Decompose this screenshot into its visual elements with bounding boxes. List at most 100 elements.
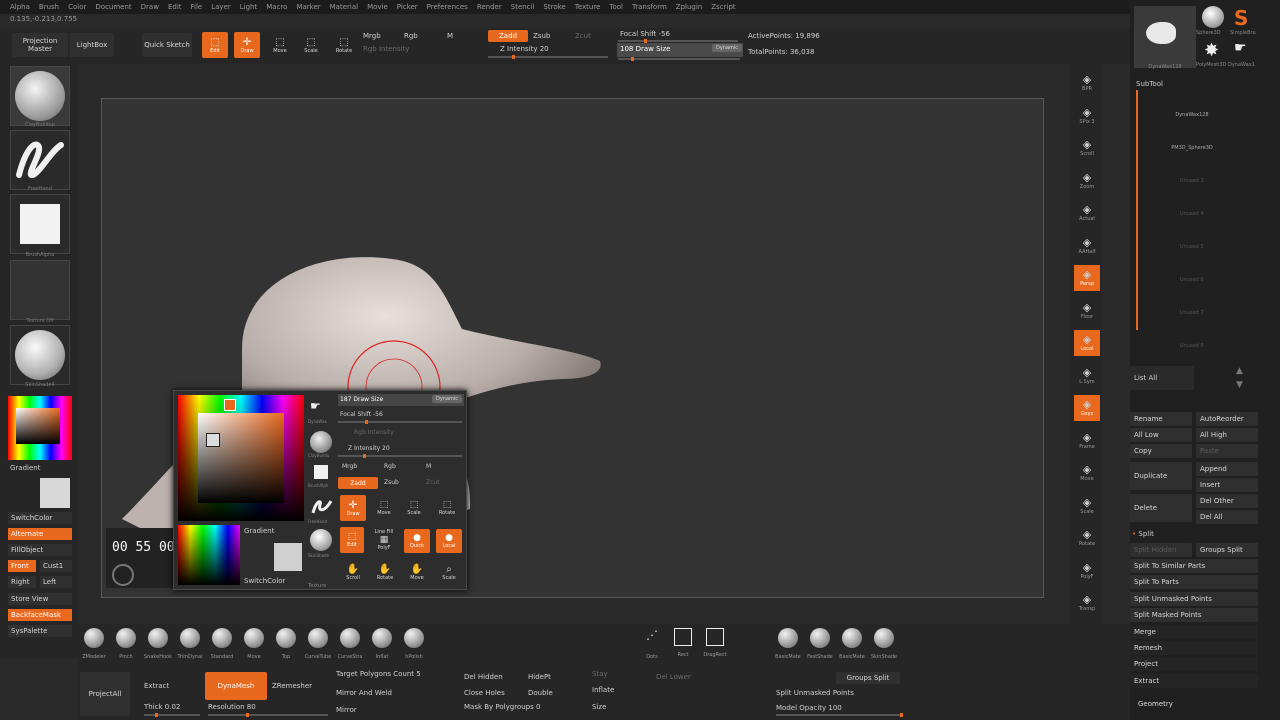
- thick-track[interactable]: [144, 713, 200, 717]
- color-picker-sv[interactable]: [16, 408, 60, 444]
- project-all-button[interactable]: ProjectAll: [80, 672, 130, 716]
- brush-thumb[interactable]: [10, 66, 70, 126]
- menu-item-17[interactable]: Stroke: [543, 3, 565, 11]
- rename-button[interactable]: Rename: [1130, 412, 1192, 426]
- popup-rotate2-button[interactable]: ✋ Rotate: [372, 559, 398, 585]
- remesh-section[interactable]: Remesh: [1130, 641, 1258, 655]
- custom1-view-button[interactable]: Cust1: [40, 560, 72, 572]
- brushalpha-icon[interactable]: [314, 465, 328, 479]
- auto-reorder-button[interactable]: AutoReorder: [1196, 412, 1258, 426]
- popup-zadd[interactable]: Zadd: [338, 477, 378, 489]
- popup-move-button[interactable]: ⬚ Move: [372, 495, 396, 521]
- switch-color-button[interactable]: SwitchColor: [8, 512, 72, 524]
- shelf-scale-button[interactable]: ◈ Scale: [1074, 493, 1100, 519]
- extract-button[interactable]: Extract: [144, 682, 169, 690]
- del-other-button[interactable]: Del Other: [1196, 494, 1258, 508]
- scale-button[interactable]: ⬚ Scale: [299, 32, 323, 58]
- menu-item-13[interactable]: Picker: [397, 3, 418, 11]
- popup-zint-track[interactable]: [338, 454, 462, 458]
- geometry-section[interactable]: Geometry: [1138, 700, 1173, 708]
- brush-standard-button[interactable]: Standard: [206, 628, 238, 660]
- lightbox-button[interactable]: LightBox: [70, 33, 114, 57]
- subtool-item[interactable]: Unused 7: [1180, 310, 1280, 316]
- claybuildup-icon[interactable]: [310, 431, 332, 453]
- arrow-down-icon[interactable]: ▼: [1236, 380, 1243, 390]
- duplicate-button[interactable]: Duplicate: [1130, 462, 1192, 490]
- popup-secondary-swatch[interactable]: [274, 543, 302, 571]
- copy-button[interactable]: Copy: [1130, 444, 1192, 458]
- stroke-dots[interactable]: ⋰ Dots: [636, 628, 668, 660]
- double-button[interactable]: Double: [528, 689, 553, 697]
- material-2-button[interactable]: BasicMate: [836, 628, 868, 660]
- freehand-icon[interactable]: [310, 495, 334, 519]
- extract-section[interactable]: Extract: [1130, 674, 1258, 688]
- target-polygons-slider[interactable]: Target Polygons Count 5: [336, 670, 421, 678]
- brush-zmodeler-button[interactable]: ZModeler: [78, 628, 110, 660]
- menu-item-3[interactable]: Document: [95, 3, 131, 11]
- model-opacity-slider[interactable]: Model Opacity 100: [776, 704, 842, 712]
- popup-rgb[interactable]: Rgb: [384, 463, 396, 470]
- subtool-item[interactable]: Unused 8: [1180, 343, 1280, 349]
- shelf-spix-3-button[interactable]: ◈ SPix 3: [1074, 103, 1100, 129]
- texture-thumb[interactable]: [10, 260, 70, 320]
- menu-item-8[interactable]: Light: [240, 3, 257, 11]
- mirror-and-weld-button[interactable]: Mirror And Weld: [336, 689, 392, 697]
- split-masked-button[interactable]: Split Masked Points: [1130, 608, 1258, 622]
- menu-item-22[interactable]: Zscript: [711, 3, 735, 11]
- m-toggle[interactable]: M: [447, 32, 453, 40]
- brush-move-button[interactable]: Move: [238, 628, 270, 660]
- brush-top-button[interactable]: Top: [270, 628, 302, 660]
- popup-focal-track[interactable]: [338, 420, 462, 424]
- shelf-bpr-button[interactable]: ◈ BPR: [1074, 70, 1100, 96]
- dynamesh-button[interactable]: DynaMesh: [205, 672, 267, 700]
- brush-hpolish-button[interactable]: hPolish: [398, 628, 430, 660]
- hidept-button[interactable]: HidePt: [528, 673, 551, 681]
- popup-draw-button[interactable]: ✛ Draw: [340, 495, 366, 521]
- rotate-button[interactable]: ⬚ Rotate: [331, 32, 357, 58]
- menu-item-9[interactable]: Macro: [266, 3, 287, 11]
- popup-color-hue[interactable]: [178, 395, 304, 521]
- popup-polyf-button[interactable]: Line Fill ▦ PolyF: [370, 527, 398, 553]
- brush-snakehook-button[interactable]: SnakeHook: [142, 628, 174, 660]
- del-all-button[interactable]: Del All: [1196, 510, 1258, 524]
- shelf-rotate-button[interactable]: ◈ Rotate: [1074, 525, 1100, 551]
- zsub-toggle[interactable]: Zsub: [533, 32, 550, 40]
- menu-item-21[interactable]: Zplugin: [676, 3, 702, 11]
- size-slider[interactable]: Size: [592, 703, 606, 711]
- subtool-item[interactable]: PM3D_Sphere3D: [1142, 145, 1242, 151]
- left-view-button[interactable]: Left: [40, 576, 72, 588]
- project-section[interactable]: Project: [1130, 657, 1258, 671]
- front-view-button[interactable]: Front: [8, 560, 36, 572]
- z-intensity-slider[interactable]: Z Intensity 20: [500, 45, 549, 53]
- brush-curvetube-button[interactable]: CurveTube: [302, 628, 334, 660]
- subtool-title[interactable]: SubTool: [1136, 80, 1163, 88]
- mirror-button[interactable]: Mirror: [336, 706, 357, 714]
- shelf-scroll-button[interactable]: ◈ Scroll: [1074, 135, 1100, 161]
- simplebrush-icon[interactable]: S: [1234, 6, 1256, 30]
- subtool-item[interactable]: Unused 5: [1180, 244, 1280, 250]
- list-all-button[interactable]: List All: [1130, 366, 1194, 390]
- fill-object-button[interactable]: FillObject: [8, 544, 72, 556]
- groups-split-button[interactable]: Groups Split: [1196, 543, 1258, 557]
- menu-item-2[interactable]: Color: [68, 3, 86, 11]
- menu-item-6[interactable]: File: [191, 3, 203, 11]
- menu-item-4[interactable]: Draw: [141, 3, 159, 11]
- delete-button[interactable]: Delete: [1130, 494, 1192, 522]
- groups-split-bottom[interactable]: Groups Split: [836, 672, 900, 684]
- stay-button[interactable]: Stay: [592, 670, 608, 678]
- shelf-local-button[interactable]: ◈ Local: [1074, 330, 1100, 356]
- brush-inflat-button[interactable]: Inflat: [366, 628, 398, 660]
- move-button[interactable]: ⬚ Move: [268, 32, 292, 58]
- alpha-thumb[interactable]: [10, 194, 70, 254]
- append-button[interactable]: Append: [1196, 462, 1258, 476]
- resolution-knob[interactable]: [245, 713, 249, 717]
- menu-item-20[interactable]: Transform: [632, 3, 667, 11]
- right-view-button[interactable]: Right: [8, 576, 36, 588]
- split-parts-button[interactable]: Split To Parts: [1130, 575, 1258, 589]
- popup-zint-knob[interactable]: [362, 454, 366, 458]
- close-holes-button[interactable]: Close Holes: [464, 689, 505, 697]
- popup-move2-button[interactable]: ✋ Move: [404, 559, 430, 585]
- resolution-track[interactable]: [208, 713, 328, 717]
- paste-button[interactable]: Paste: [1196, 444, 1258, 458]
- split-unmasked-bottom[interactable]: Split Unmasked Points: [776, 689, 854, 697]
